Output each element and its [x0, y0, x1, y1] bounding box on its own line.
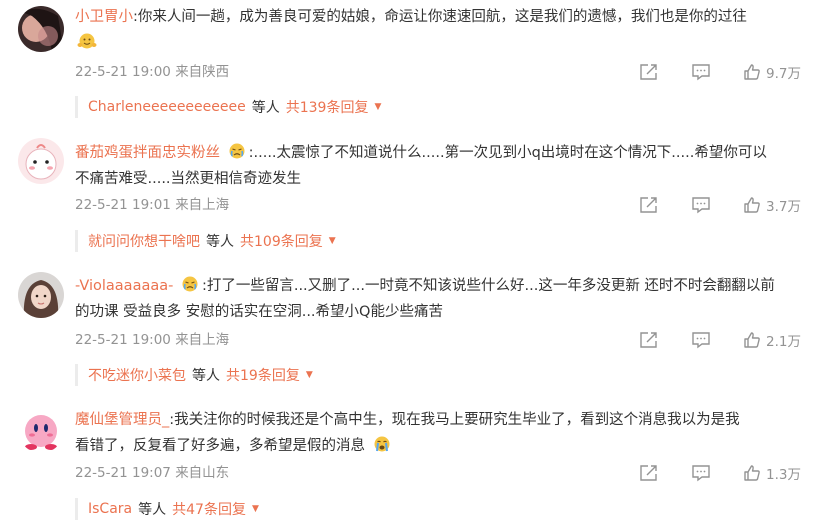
comment-reply-button[interactable] — [691, 196, 711, 214]
like-button[interactable]: 9.7万 — [743, 62, 801, 82]
caret-down-icon[interactable]: ▼ — [374, 102, 381, 112]
comment-icon — [692, 197, 710, 214]
avatar-cartoon — [18, 407, 64, 453]
comment-username[interactable]: 魔仙堡管理员_ — [75, 412, 169, 428]
reply-usernames[interactable]: Charleneeeeeeeeeeee — [88, 99, 246, 115]
reply-and-others: 等人 — [206, 234, 234, 250]
comment-text: -Violaaaaaaa- :打了一些留言...又删了...一时竟不知该说些什么… — [75, 273, 805, 325]
comment-icon — [692, 64, 710, 81]
hugging-emoji-icon — [77, 32, 97, 50]
comment-username[interactable]: -Violaaaaaaa- — [75, 278, 173, 294]
share-icon — [640, 64, 657, 80]
comment-text: 魔仙堡管理员_:我关注你的时候我还是个高中生，现在我马上要研究生毕业了，看到这个… — [75, 407, 805, 459]
share-button[interactable] — [639, 331, 659, 349]
thumbs-up-icon — [744, 465, 760, 481]
caret-down-icon[interactable]: ▼ — [306, 370, 313, 380]
share-icon — [640, 332, 657, 348]
thumbs-up-icon — [744, 332, 760, 348]
comment-body-line2: 看错了，反复看了好多遍，多希望是假的消息 — [75, 438, 365, 454]
share-button[interactable] — [639, 63, 659, 81]
avatar-cartoon — [18, 138, 64, 184]
like-button[interactable]: 3.7万 — [743, 195, 801, 215]
comment-meta: 22-5-21 19:00 来自陕西 — [75, 63, 229, 81]
avatar-photo — [18, 6, 64, 52]
like-count: 1.3万 — [766, 467, 801, 483]
reply-count[interactable]: 共47条回复 — [172, 499, 246, 519]
comment-body: :打了一些留言...又删了...一时竟不知该说些什么好...这一年多没更新 还时… — [201, 278, 775, 294]
avatar[interactable] — [18, 272, 64, 318]
comment-reply-button[interactable] — [691, 63, 711, 81]
comment-date: 22-5-21 19:01 — [75, 197, 171, 213]
comment-date: 22-5-21 19:00 — [75, 64, 171, 80]
comment-date: 22-5-21 19:07 — [75, 465, 171, 481]
share-icon — [640, 465, 657, 481]
comment-actions: 3.7万 — [639, 194, 801, 216]
comment-username[interactable]: 番茄鸡蛋拌面忠实粉丝 — [75, 145, 220, 161]
caret-down-icon[interactable]: ▼ — [329, 236, 336, 246]
comment-date: 22-5-21 19:00 — [75, 332, 171, 348]
comment-body: :.....太震惊了不知道说什么.....第一次见到小q出境时在这个情况下...… — [248, 145, 767, 161]
reply-usernames[interactable]: 就问问你想干啥吧 — [88, 231, 200, 251]
comment-meta: 22-5-21 19:07 来自山东 — [75, 464, 229, 482]
comment-icon — [692, 465, 710, 482]
reply-and-others: 等人 — [251, 100, 280, 116]
comment-text: 小卫胃小:你来人间一趟，成为善良可爱的姑娘，命运让你速速回航，这是我们的遗憾，我… — [75, 4, 805, 56]
avatar[interactable] — [18, 6, 64, 52]
like-count: 2.1万 — [766, 334, 801, 350]
thumbs-up-icon — [744, 64, 760, 80]
like-count: 9.7万 — [766, 66, 801, 82]
reply-count[interactable]: 共109条回复 — [240, 231, 323, 251]
reply-summary[interactable]: 就问问你想干啥吧 等人 共109条回复 ▼ — [75, 230, 336, 252]
reply-summary[interactable]: 不吃迷你小菜包 等人 共19条回复 ▼ — [75, 364, 313, 386]
comment-text: 番茄鸡蛋拌面忠实粉丝 :.....太震惊了不知道说什么.....第一次见到小q出… — [75, 140, 805, 192]
crying-emoji-icon — [227, 142, 247, 160]
comment-actions: 1.3万 — [639, 462, 801, 484]
sob-emoji-icon — [372, 435, 392, 453]
reply-count[interactable]: 共19条回复 — [226, 365, 300, 385]
comment-icon — [692, 332, 710, 349]
comment-meta: 22-5-21 19:00 来自上海 — [75, 331, 229, 349]
like-count: 3.7万 — [766, 199, 801, 215]
comment-body-line2: 不痛苦难受.....当然更相信奇迹发生 — [75, 171, 302, 187]
comment-reply-button[interactable] — [691, 331, 711, 349]
comment-location: 来自山东 — [175, 465, 230, 481]
share-button[interactable] — [639, 196, 659, 214]
like-button[interactable]: 2.1万 — [743, 330, 801, 350]
comment-actions: 2.1万 — [639, 329, 801, 351]
comment-body: :我关注你的时候我还是个高中生，现在我马上要研究生毕业了，看到这个消息我以为是我 — [169, 412, 740, 428]
comment-username[interactable]: 小卫胃小 — [75, 9, 133, 25]
like-button[interactable]: 1.3万 — [743, 463, 801, 483]
comment-location: 来自上海 — [175, 332, 230, 348]
reply-summary[interactable]: IsCara 等人 共47条回复 ▼ — [75, 498, 259, 520]
avatar[interactable] — [18, 138, 64, 184]
comment-location: 来自上海 — [175, 197, 230, 213]
comment-actions: 9.7万 — [639, 61, 801, 83]
comment-location: 来自陕西 — [175, 64, 230, 80]
thumbs-up-icon — [744, 197, 760, 213]
crying-emoji-icon — [180, 275, 200, 293]
share-button[interactable] — [639, 464, 659, 482]
comment-body: :你来人间一趟，成为善良可爱的姑娘，命运让你速速回航，这是我们的遗憾，我们也是你… — [133, 9, 747, 25]
comment-body-line2: 的功课 受益良多 安慰的话实在空洞...希望小Q能少些痛苦 — [75, 304, 443, 320]
caret-down-icon[interactable]: ▼ — [252, 504, 259, 514]
comment-meta: 22-5-21 19:01 来自上海 — [75, 196, 229, 214]
reply-summary[interactable]: Charleneeeeeeeeeeee 等人 共139条回复 ▼ — [75, 96, 381, 118]
reply-and-others: 等人 — [138, 502, 167, 518]
avatar[interactable] — [18, 407, 64, 453]
reply-and-others: 等人 — [192, 368, 220, 384]
reply-count[interactable]: 共139条回复 — [286, 97, 369, 117]
reply-usernames[interactable]: 不吃迷你小菜包 — [88, 365, 186, 385]
avatar-photo — [18, 272, 64, 318]
comment-reply-button[interactable] — [691, 464, 711, 482]
reply-usernames[interactable]: IsCara — [88, 501, 132, 517]
share-icon — [640, 197, 657, 213]
